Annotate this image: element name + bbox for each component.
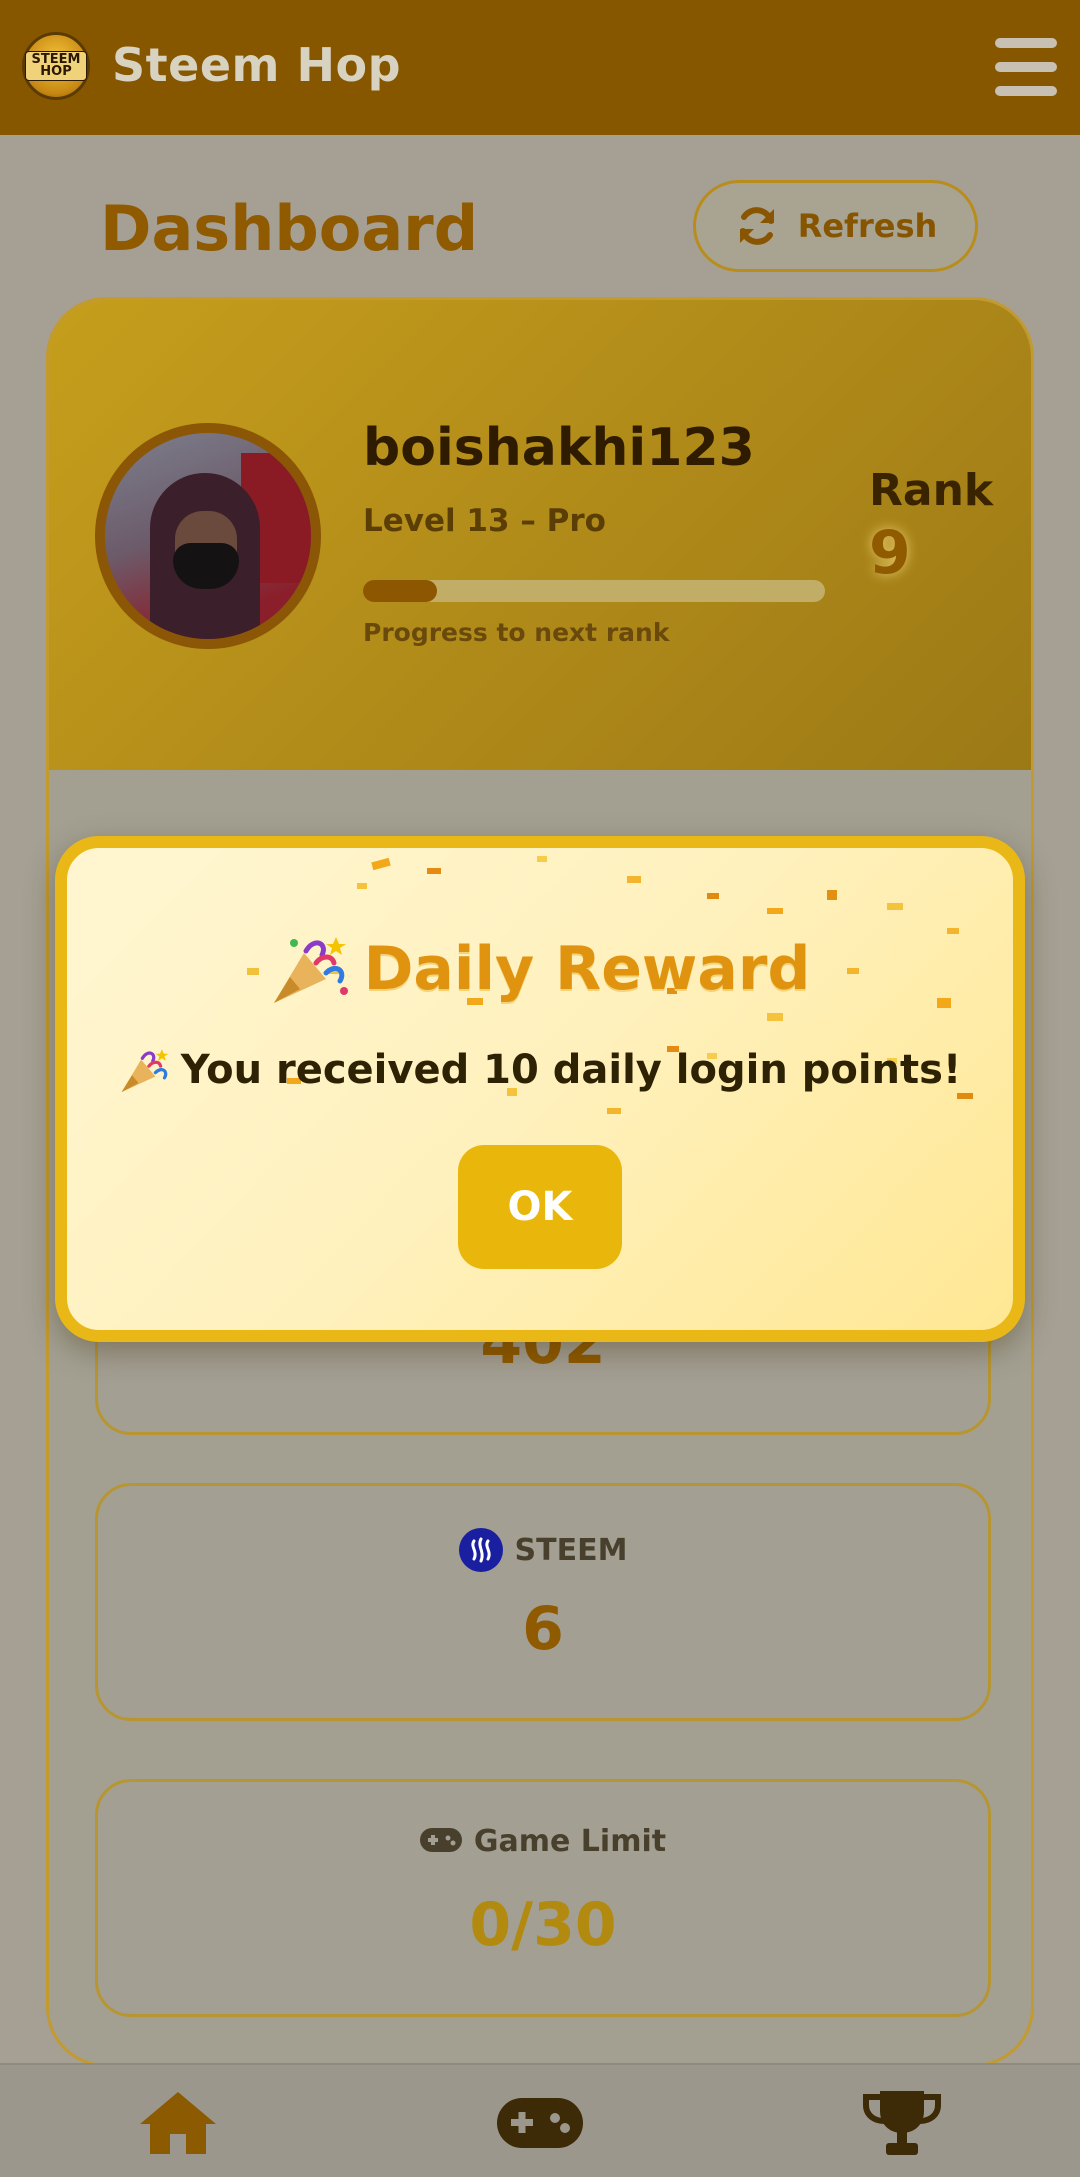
game-limit-value: 0/30: [469, 1890, 617, 1960]
trophy-icon: [862, 2089, 942, 2161]
refresh-button[interactable]: Refresh: [693, 180, 978, 272]
logo-text: STEEM HOP: [25, 51, 87, 81]
home-icon: [138, 2090, 218, 2160]
steem-value: 6: [522, 1594, 564, 1664]
gamepad-icon: [419, 1826, 462, 1858]
app-title: Steem Hop: [112, 38, 401, 92]
nav-home[interactable]: [138, 2090, 218, 2160]
hamburger-menu-icon[interactable]: [995, 38, 1057, 96]
party-popper-icon: [270, 933, 350, 1005]
nav-games[interactable]: [497, 2090, 583, 2160]
avatar[interactable]: [95, 423, 321, 649]
level-label: Level 13 – Pro: [363, 503, 606, 539]
ok-label: OK: [507, 1184, 573, 1230]
daily-reward-dialog: Daily Reward You received 10 daily login…: [55, 836, 1025, 1342]
rank-progress-bar: [363, 580, 825, 602]
username: boishakhi123: [363, 418, 755, 478]
rank-progress-fill: [363, 580, 437, 602]
rank-label: Rank: [869, 465, 994, 516]
ok-button[interactable]: OK: [458, 1145, 622, 1269]
steem-card: STEEM 6: [95, 1483, 991, 1721]
page-title: Dashboard: [100, 192, 479, 265]
game-limit-card: Game Limit 0/30: [95, 1779, 991, 2017]
gamepad-icon: [497, 2096, 583, 2154]
top-app-bar: STEEM HOP Steem Hop: [0, 0, 1080, 135]
steem-icon: [458, 1528, 503, 1572]
refresh-label: Refresh: [797, 207, 938, 245]
game-limit-label: Game Limit: [473, 1824, 667, 1859]
dialog-message: You received 10 daily login points!: [180, 1047, 962, 1093]
progress-label: Progress to next rank: [363, 618, 670, 647]
dialog-title: Daily Reward: [363, 934, 811, 1004]
refresh-icon: [734, 203, 780, 249]
profile-section: boishakhi123 Level 13 – Pro Progress to …: [49, 300, 1031, 770]
steem-label: STEEM: [514, 1532, 628, 1568]
avatar-photo: [105, 433, 311, 639]
nav-leaderboard[interactable]: [862, 2090, 942, 2160]
party-popper-icon: [119, 1046, 171, 1094]
steem-hop-logo[interactable]: STEEM HOP: [22, 32, 90, 100]
rank-value: 9: [869, 518, 911, 588]
bottom-navigation: [0, 2063, 1080, 2177]
